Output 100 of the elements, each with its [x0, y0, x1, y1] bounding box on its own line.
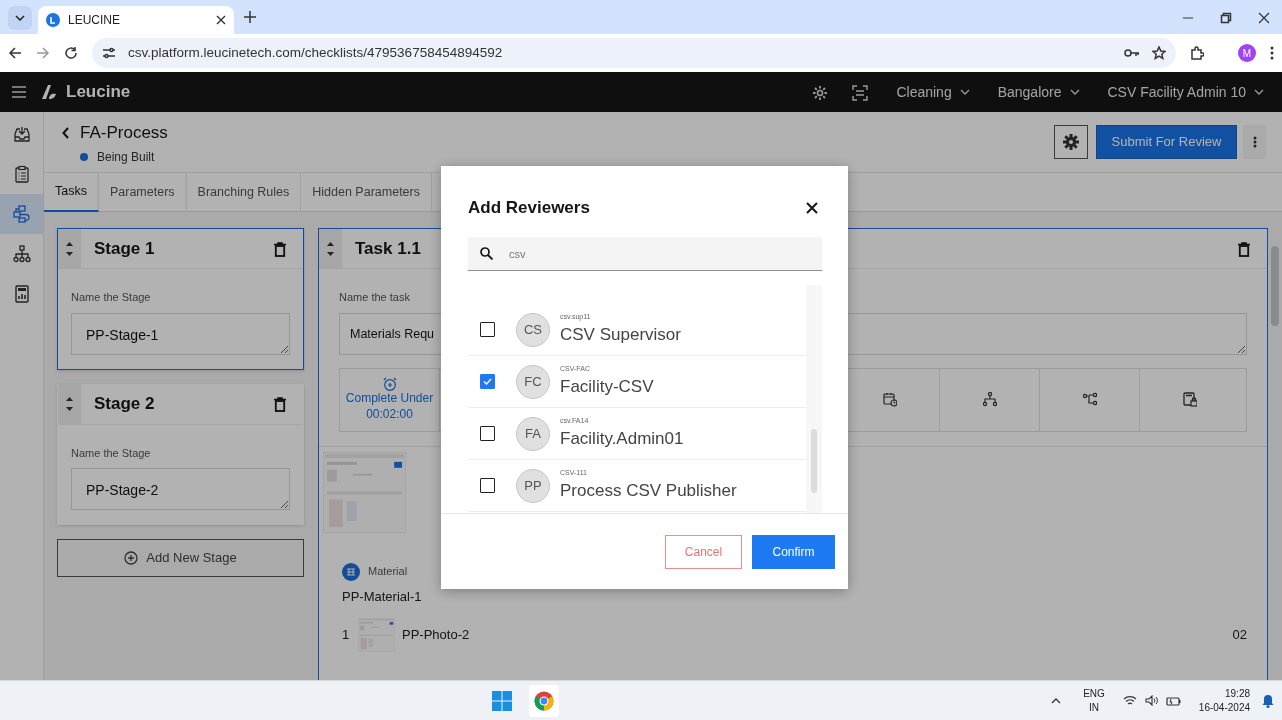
tab-title: LEUCINE — [68, 12, 121, 29]
user-avatar: CS — [516, 312, 550, 347]
tab-list-button[interactable] — [8, 6, 32, 30]
user-avatar: FA — [516, 416, 550, 451]
stage-card[interactable]: Stage 1 Name the Stage PP-Stage-1 — [57, 228, 304, 370]
field-label: Name the task — [339, 290, 411, 305]
add-stage-button[interactable]: Add New Stage — [57, 539, 304, 577]
report-icon — [12, 285, 31, 303]
material-item-name: PP-Photo-2 — [402, 626, 471, 645]
restore-icon[interactable] — [1220, 12, 1232, 24]
key-icon[interactable] — [1124, 48, 1140, 58]
header-dropdown[interactable]: Cleaning — [890, 80, 976, 104]
trash-icon[interactable] — [274, 397, 286, 413]
back-icon[interactable] — [62, 126, 70, 139]
url-text: csv.platform.leucinetech.com/checklists/479536758454894592 — [128, 43, 504, 62]
material-name: PP-Material-1 — [342, 587, 423, 606]
more-icon — [1252, 136, 1257, 148]
wifi-icon[interactable] — [1122, 695, 1137, 706]
speaker-icon[interactable] — [1144, 695, 1158, 706]
close-icon[interactable] — [806, 202, 818, 214]
status-dot — [80, 152, 88, 161]
confirm-button[interactable]: Confirm — [752, 534, 835, 569]
windows-icon[interactable] — [492, 691, 513, 712]
favicon-icon — [46, 13, 60, 27]
down-arrow-icon[interactable] — [327, 251, 334, 256]
checkbox[interactable] — [480, 426, 495, 441]
stage-title: Stage 2 — [94, 393, 155, 416]
settings-icon[interactable] — [812, 84, 829, 101]
battery-icon[interactable] — [1165, 695, 1181, 706]
row-index: 1 — [342, 626, 351, 645]
stage-card[interactable]: Stage 2 Name the Stage PP-Stage-2 — [57, 383, 304, 525]
menu-icon[interactable] — [12, 86, 26, 98]
header-dropdown[interactable]: CSV Facility Admin 10 — [1101, 80, 1270, 104]
submit-button[interactable]: Submit For Review — [1096, 125, 1237, 159]
lock-form-icon[interactable] — [1183, 392, 1197, 407]
checkbox[interactable] — [480, 478, 495, 493]
chevron-down-icon — [959, 89, 970, 95]
hierarchy-icon — [12, 245, 31, 263]
up-arrow-icon[interactable] — [66, 397, 73, 401]
sidebar-item[interactable] — [0, 194, 43, 234]
user-name: Process CSV Publisher — [560, 481, 737, 502]
tab[interactable]: Branching Rules — [186, 173, 302, 212]
checkbox[interactable] — [480, 322, 495, 337]
quantity-text: 02 — [1232, 626, 1247, 645]
search-field[interactable]: csv — [468, 237, 822, 271]
tab[interactable]: Parameters — [98, 173, 187, 212]
trash-icon[interactable] — [274, 241, 286, 257]
site-settings-icon[interactable] — [102, 46, 116, 60]
schedule-icon[interactable] — [882, 392, 897, 407]
user-name: Facility.Admin01 — [560, 429, 684, 450]
bell-icon[interactable] — [1262, 693, 1274, 708]
checkbox[interactable] — [480, 374, 495, 389]
task-title: Task 1.1 — [355, 237, 421, 260]
scrollbar-thumb[interactable] — [811, 429, 817, 493]
extensions-icon[interactable] — [1190, 46, 1204, 60]
field-label: Name the Stage — [71, 445, 152, 461]
tab[interactable]: Hidden Parameters — [301, 173, 432, 212]
up-arrow-icon[interactable] — [327, 241, 334, 246]
clock[interactable]: 19:28 16-04-2024 — [1198, 686, 1250, 715]
alarm-icon — [382, 376, 397, 391]
up-arrow-icon[interactable] — [66, 241, 73, 246]
reload-icon[interactable] — [64, 46, 78, 60]
user-avatar: FC — [516, 364, 550, 399]
close-icon[interactable] — [1258, 12, 1270, 24]
settings-button[interactable] — [1054, 125, 1088, 159]
back-icon[interactable] — [8, 46, 22, 60]
brand-name: Leucine — [66, 81, 131, 104]
header-dropdown[interactable]: Bangalore — [991, 80, 1086, 104]
chevron-down-icon — [15, 15, 25, 21]
language-indicator[interactable]: ENG IN — [1083, 687, 1105, 714]
material-icon — [342, 562, 360, 581]
add-circle-icon — [124, 551, 139, 565]
chevron-down-icon — [1254, 89, 1264, 95]
chrome-icon[interactable] — [534, 690, 555, 711]
down-arrow-icon[interactable] — [66, 407, 73, 411]
stage-name-field[interactable]: PP-Stage-1 — [71, 312, 290, 355]
settings-icon — [1063, 134, 1079, 150]
branch-icon[interactable] — [1082, 392, 1097, 407]
chevron-up-icon[interactable] — [1051, 698, 1062, 705]
scan-icon[interactable] — [852, 84, 869, 101]
browser-tab[interactable]: LEUCINE — [38, 6, 234, 34]
scrollbar-thumb[interactable] — [1271, 246, 1279, 326]
tab[interactable]: Tasks — [44, 173, 99, 212]
more-icon[interactable] — [1270, 46, 1274, 60]
down-arrow-icon[interactable] — [66, 251, 73, 256]
check-icon — [483, 378, 492, 385]
user-avatar: PP — [516, 468, 550, 503]
hierarchy-icon[interactable] — [982, 392, 997, 407]
profile-avatar[interactable]: M — [1238, 44, 1256, 62]
close-icon[interactable] — [216, 15, 226, 25]
user-name: Facility-CSV — [560, 377, 654, 398]
new-tab-icon[interactable] — [244, 10, 256, 23]
trash-icon[interactable] — [1238, 241, 1250, 257]
search-icon — [480, 247, 493, 260]
forward-icon[interactable] — [36, 46, 50, 60]
address-bar[interactable]: csv.platform.leucinetech.com/checklists/479536758454894592 — [92, 38, 1176, 68]
stage-name-field[interactable]: PP-Stage-2 — [71, 468, 290, 510]
checklist-title: FA-Process — [80, 122, 168, 144]
star-icon[interactable] — [1152, 46, 1166, 60]
search-input[interactable]: csv — [507, 237, 810, 270]
